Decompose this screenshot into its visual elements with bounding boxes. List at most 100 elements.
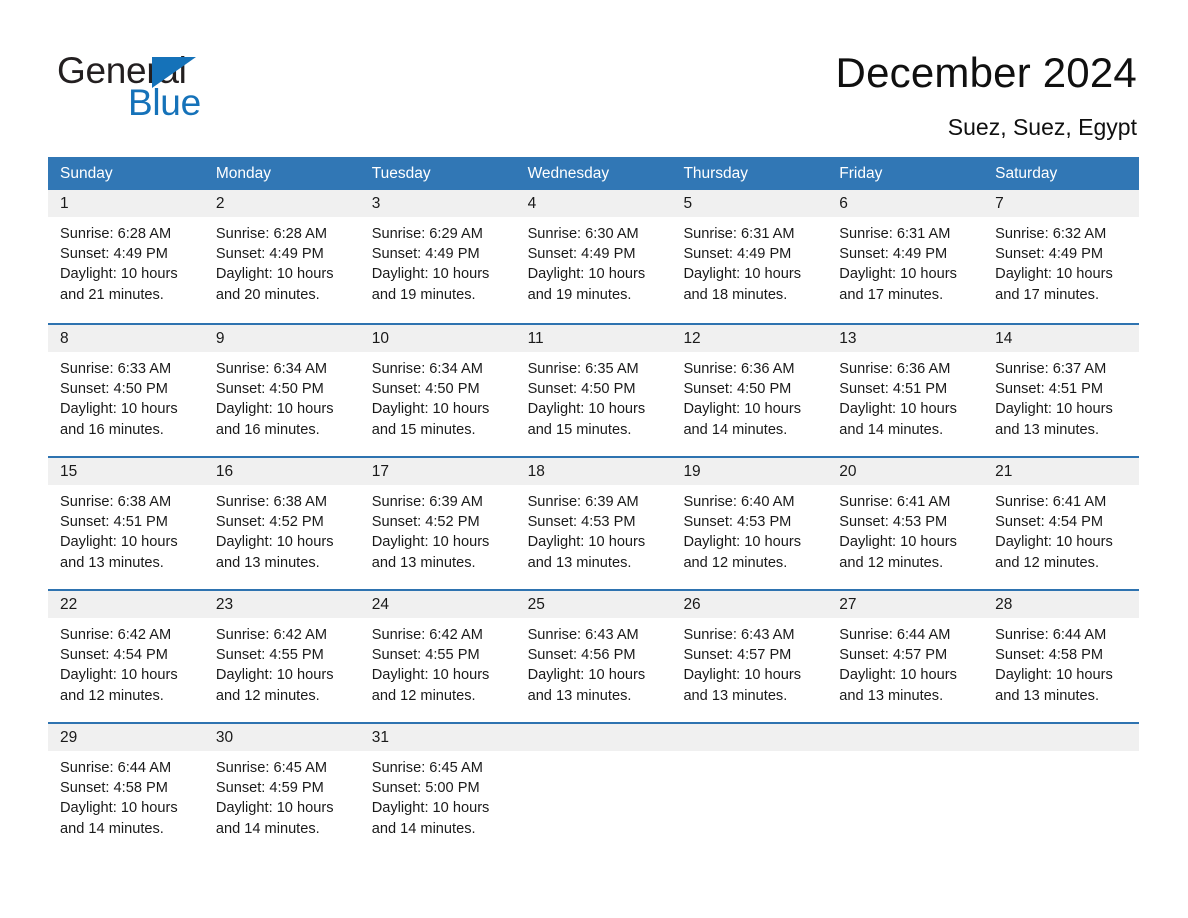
calendar-day-cell[interactable]: 28 Sunrise: 6:44 AM Sunset: 4:58 PM Dayligh… xyxy=(983,591,1140,722)
day-number: 22 xyxy=(60,596,78,613)
day-details: Sunrise: 6:37 AM Sunset: 4:51 PM Daylight:… xyxy=(983,352,1139,440)
calendar-day-cell[interactable]: 20 Sunrise: 6:41 AM Sunset: 4:53 PM Dayligh… xyxy=(827,458,984,589)
daylight-text-line2: and 21 minutes. xyxy=(60,286,164,303)
day-number-band: 28 xyxy=(983,591,1140,618)
day-number: 29 xyxy=(60,729,78,746)
calendar-day-cell[interactable]: 16 Sunrise: 6:38 AM Sunset: 4:52 PM Dayligh… xyxy=(203,458,360,589)
calendar-day-cell[interactable]: 15 Sunrise: 6:38 AM Sunset: 4:51 PM Dayligh… xyxy=(48,458,204,589)
daylight-text-line1: Daylight: 10 hours xyxy=(60,800,178,817)
calendar-day-cell[interactable]: 29 Sunrise: 6:44 AM Sunset: 4:58 PM Dayligh… xyxy=(48,724,204,855)
sunrise-text: Sunrise: 6:39 AM xyxy=(527,494,639,510)
day-number-band: 7 xyxy=(983,190,1140,217)
day-details: Sunrise: 6:28 AM Sunset: 4:49 PM Daylight:… xyxy=(204,217,360,305)
calendar-day-cell[interactable]: 13 Sunrise: 6:36 AM Sunset: 4:51 PM Dayligh… xyxy=(827,325,984,456)
calendar-day-cell[interactable]: 31 Sunrise: 6:45 AM Sunset: 5:00 PM Dayligh… xyxy=(359,724,516,855)
calendar-day-cell[interactable]: 5 Sunrise: 6:31 AM Sunset: 4:49 PM Daylight… xyxy=(671,190,828,323)
day-details xyxy=(827,751,983,758)
generalblue-logo[interactable]: General Blue xyxy=(57,52,317,122)
sunrise-text: Sunrise: 6:44 AM xyxy=(60,760,172,776)
day-number: 19 xyxy=(683,463,701,480)
daylight-text-line1: Daylight: 10 hours xyxy=(527,534,646,551)
daylight-text-line1: Daylight: 10 hours xyxy=(371,534,490,551)
calendar-day-cell[interactable]: 27 Sunrise: 6:44 AM Sunset: 4:57 PM Dayligh… xyxy=(827,591,984,722)
daylight-text-line1: Daylight: 10 hours xyxy=(371,401,490,418)
day-number-band: 4 xyxy=(515,190,672,217)
day-number: 25 xyxy=(527,596,545,613)
calendar-day-cell-empty xyxy=(671,724,828,855)
title-block: December 2024 Suez, Suez, Egypt xyxy=(836,48,1137,142)
day-number-band: 17 xyxy=(359,458,516,485)
calendar-day-cell[interactable]: 18 Sunrise: 6:39 AM Sunset: 4:53 PM Dayligh… xyxy=(515,458,672,589)
sunrise-text: Sunrise: 6:42 AM xyxy=(60,627,172,643)
daylight-text-line1: Daylight: 10 hours xyxy=(215,667,334,684)
calendar-day-cell[interactable]: 3 Sunrise: 6:29 AM Sunset: 4:49 PM Daylight… xyxy=(359,190,516,323)
day-number: 28 xyxy=(995,596,1013,613)
daylight-text-line1: Daylight: 10 hours xyxy=(995,401,1113,418)
day-number: 8 xyxy=(60,330,69,347)
calendar-day-cell[interactable]: 26 Sunrise: 6:43 AM Sunset: 4:57 PM Dayligh… xyxy=(671,591,828,722)
sunset-text: Sunset: 4:59 PM xyxy=(215,780,324,797)
day-number: 21 xyxy=(995,463,1013,480)
sunset-text: Sunset: 4:56 PM xyxy=(527,647,636,664)
daylight-text-line2: and 12 minutes. xyxy=(215,687,320,704)
day-details: Sunrise: 6:39 AM Sunset: 4:52 PM Daylight:… xyxy=(360,485,516,573)
day-details: Sunrise: 6:36 AM Sunset: 4:50 PM Daylight:… xyxy=(671,352,827,440)
calendar-day-cell-empty xyxy=(827,724,984,855)
day-number-band: 23 xyxy=(203,591,360,618)
calendar-day-cell[interactable]: 24 Sunrise: 6:42 AM Sunset: 4:55 PM Dayligh… xyxy=(359,591,516,722)
sunrise-text: Sunrise: 6:41 AM xyxy=(995,494,1107,510)
sunset-text: Sunset: 4:53 PM xyxy=(683,514,792,531)
sunset-text: Sunset: 4:52 PM xyxy=(371,514,480,531)
day-number: 16 xyxy=(215,463,234,480)
calendar-day-cell[interactable]: 22 Sunrise: 6:42 AM Sunset: 4:54 PM Dayligh… xyxy=(48,591,204,722)
day-details: Sunrise: 6:43 AM Sunset: 4:57 PM Daylight:… xyxy=(671,618,827,706)
daylight-text-line2: and 12 minutes. xyxy=(995,554,1100,571)
sunrise-text: Sunrise: 6:36 AM xyxy=(839,361,951,377)
calendar-day-cell[interactable]: 10 Sunrise: 6:34 AM Sunset: 4:50 PM Dayligh… xyxy=(359,325,516,456)
calendar-day-cell[interactable]: 6 Sunrise: 6:31 AM Sunset: 4:49 PM Daylight… xyxy=(827,190,984,323)
calendar-day-cell[interactable]: 7 Sunrise: 6:32 AM Sunset: 4:49 PM Daylight… xyxy=(983,190,1140,323)
weekday-header-thursday: Thursday xyxy=(683,165,749,182)
calendar-day-cell[interactable]: 23 Sunrise: 6:42 AM Sunset: 4:55 PM Dayligh… xyxy=(203,591,360,722)
day-number: 13 xyxy=(839,330,857,347)
calendar-day-cell[interactable]: 17 Sunrise: 6:39 AM Sunset: 4:52 PM Dayligh… xyxy=(359,458,516,589)
sunset-text: Sunset: 4:54 PM xyxy=(995,514,1104,531)
calendar-day-cell[interactable]: 8 Sunrise: 6:33 AM Sunset: 4:50 PM Daylight… xyxy=(48,325,204,456)
sunset-text: Sunset: 4:49 PM xyxy=(995,246,1104,263)
sunrise-text: Sunrise: 6:34 AM xyxy=(215,361,327,377)
daylight-text-line1: Daylight: 10 hours xyxy=(839,266,957,283)
day-details: Sunrise: 6:38 AM Sunset: 4:51 PM Daylight:… xyxy=(48,485,204,573)
calendar-day-cell[interactable]: 12 Sunrise: 6:36 AM Sunset: 4:50 PM Dayligh… xyxy=(671,325,828,456)
day-number: 5 xyxy=(683,195,693,212)
day-number: 17 xyxy=(371,463,389,480)
calendar-day-cell[interactable]: 25 Sunrise: 6:43 AM Sunset: 4:56 PM Dayligh… xyxy=(515,591,672,722)
calendar-day-cell[interactable]: 30 Sunrise: 6:45 AM Sunset: 4:59 PM Dayligh… xyxy=(203,724,360,855)
calendar-day-cell[interactable]: 21 Sunrise: 6:41 AM Sunset: 4:54 PM Dayligh… xyxy=(983,458,1140,589)
weekday-header-sunday: Sunday xyxy=(60,165,113,182)
day-number-band: 27 xyxy=(827,591,984,618)
day-number-band: 13 xyxy=(827,325,984,352)
calendar-day-cell[interactable]: 2 Sunrise: 6:28 AM Sunset: 4:49 PM Daylight… xyxy=(203,190,360,323)
calendar-day-cell[interactable]: 11 Sunrise: 6:35 AM Sunset: 4:50 PM Dayligh… xyxy=(515,325,672,456)
sunset-text: Sunset: 4:58 PM xyxy=(60,780,168,797)
day-details: Sunrise: 6:40 AM Sunset: 4:53 PM Daylight:… xyxy=(671,485,827,573)
calendar-day-cell[interactable]: 9 Sunrise: 6:34 AM Sunset: 4:50 PM Daylight… xyxy=(203,325,360,456)
day-details: Sunrise: 6:34 AM Sunset: 4:50 PM Daylight:… xyxy=(360,352,516,440)
day-details: Sunrise: 6:42 AM Sunset: 4:54 PM Daylight:… xyxy=(48,618,204,706)
calendar-day-cell[interactable]: 1 Sunrise: 6:28 AM Sunset: 4:49 PM Daylight… xyxy=(48,190,204,323)
daylight-text-line1: Daylight: 10 hours xyxy=(371,266,490,283)
day-number-band: 1 xyxy=(48,190,204,217)
daylight-text-line2: and 13 minutes. xyxy=(839,687,944,704)
daylight-text-line1: Daylight: 10 hours xyxy=(215,266,334,283)
calendar-day-cell[interactable]: 19 Sunrise: 6:40 AM Sunset: 4:53 PM Dayligh… xyxy=(671,458,828,589)
day-number-band: 8 xyxy=(48,325,204,352)
day-number: 12 xyxy=(683,330,701,347)
daylight-text-line1: Daylight: 10 hours xyxy=(995,534,1113,551)
day-number-band: 14 xyxy=(983,325,1140,352)
day-number: 9 xyxy=(215,330,225,347)
calendar-day-cell[interactable]: 14 Sunrise: 6:37 AM Sunset: 4:51 PM Dayligh… xyxy=(983,325,1140,456)
sunset-text: Sunset: 4:50 PM xyxy=(371,381,480,398)
calendar-day-cell[interactable]: 4 Sunrise: 6:30 AM Sunset: 4:49 PM Daylight… xyxy=(515,190,672,323)
sunrise-text: Sunrise: 6:42 AM xyxy=(371,627,483,643)
day-number-band: 3 xyxy=(359,190,516,217)
